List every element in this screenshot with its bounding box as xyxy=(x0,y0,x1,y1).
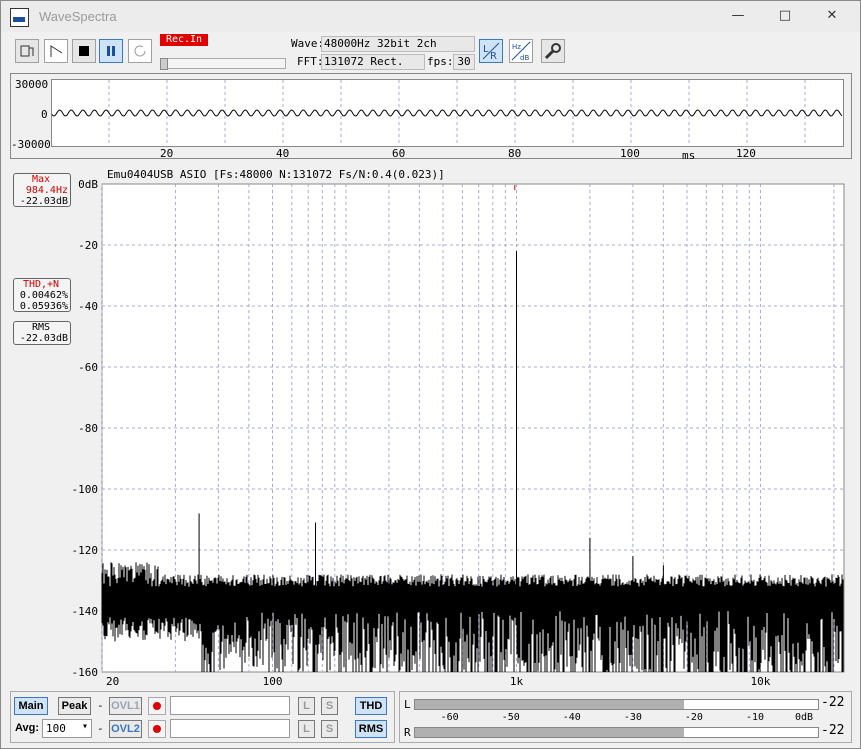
fps-label: fps: xyxy=(427,55,454,68)
lr-channel-icon[interactable]: LR xyxy=(479,39,503,63)
hz-db-icon[interactable]: Hz dB xyxy=(509,39,533,63)
meter-tick-label: -40 xyxy=(562,712,581,723)
meter-r-value: -22 xyxy=(821,723,845,738)
open-file-icon[interactable] xyxy=(15,39,39,63)
l-button[interactable]: L xyxy=(298,720,315,738)
meter-r-label: R xyxy=(404,726,411,739)
meter-l-track xyxy=(414,699,819,710)
y-tick-label: -40 xyxy=(78,300,98,313)
meter-tick-label: -10 xyxy=(745,712,764,723)
meter-l-value: -22 xyxy=(821,695,845,710)
title-bar: WaveSpectra — □ ✕ xyxy=(1,1,860,32)
rms-button[interactable]: RMS xyxy=(355,720,387,738)
fft-label: FFT: xyxy=(297,55,324,68)
chevron-down-icon: ▾ xyxy=(81,721,88,732)
wave-label: Wave: xyxy=(291,37,325,50)
wave-y-tick: -30000 xyxy=(11,138,51,151)
y-tick-label: -160 xyxy=(72,666,99,679)
fft-size-value: 131072 Rect. xyxy=(321,54,425,70)
svg-text:R: R xyxy=(490,51,497,62)
waveform-panel: 30000 0 -30000 20 40 60 80 100 ms 120 xyxy=(10,73,852,162)
y-tick-label: -140 xyxy=(72,605,99,618)
wave-x-tick: 20 xyxy=(160,147,174,160)
y-tick-label: -80 xyxy=(78,422,98,435)
meter-r-track xyxy=(414,727,819,738)
svg-text:Hz: Hz xyxy=(512,43,521,51)
meter-r-fill xyxy=(415,728,684,737)
wave-x-tick: 60 xyxy=(392,147,406,160)
peak-button[interactable]: Peak xyxy=(58,697,91,715)
minimize-button[interactable]: — xyxy=(716,1,760,32)
fps-value: 30 xyxy=(453,54,475,70)
window-title: WaveSpectra xyxy=(39,9,117,24)
y-tick-label: -20 xyxy=(78,239,98,252)
avg-value: 100 xyxy=(46,722,66,735)
l-button[interactable]: L xyxy=(298,697,315,715)
ovl1-indicator: OVL1 xyxy=(109,697,142,715)
pause-icon[interactable] xyxy=(99,39,123,63)
rec-dot-icon[interactable] xyxy=(148,697,166,715)
svg-text:dB: dB xyxy=(520,54,529,62)
settings-wrench-icon[interactable] xyxy=(541,39,565,63)
y-tick-label: 0dB xyxy=(78,178,98,191)
meter-l-label: L xyxy=(404,698,411,711)
y-tick-label: -60 xyxy=(78,361,98,374)
ovl1-field[interactable] xyxy=(170,696,290,715)
ovl2-field[interactable] xyxy=(170,719,290,738)
x-tick-label: 100 xyxy=(263,675,283,686)
meter-tick-label: 0dB xyxy=(795,712,814,723)
meter-tick-label: -60 xyxy=(440,712,459,723)
maximize-button[interactable]: □ xyxy=(763,1,807,32)
rec-dot-icon[interactable] xyxy=(148,720,166,738)
ovl2-indicator: OVL2 xyxy=(109,720,142,738)
avg-select[interactable]: 100 ▾ xyxy=(42,719,92,738)
x-tick-label: 10k xyxy=(751,675,771,686)
play-icon[interactable] xyxy=(44,39,68,63)
wave-x-unit: ms xyxy=(682,149,696,162)
x-tick-label: 20 xyxy=(106,675,119,686)
thd-button[interactable]: THD xyxy=(355,697,387,715)
level-slider-thumb[interactable] xyxy=(160,58,168,70)
main-window: WaveSpectra — □ ✕ Rec.In Wave: 48000Hz 3… xyxy=(0,0,861,749)
wave-x-tick: 120 xyxy=(736,147,756,160)
avg-label: Avg: xyxy=(15,722,40,734)
meter-l-fill xyxy=(415,700,684,709)
wave-y-tick: 0 xyxy=(41,108,48,121)
wave-x-tick: 100 xyxy=(620,147,640,160)
stop-icon[interactable] xyxy=(72,39,96,63)
y-tick-label: -120 xyxy=(72,544,99,557)
dash: - xyxy=(97,699,104,712)
waveform-plot xyxy=(51,79,844,147)
wave-format-value: 48000Hz 32bit 2ch xyxy=(321,36,475,52)
rec-in-indicator: Rec.In xyxy=(160,34,208,46)
y-tick-label: -100 xyxy=(72,483,99,496)
wave-x-tick: 80 xyxy=(508,147,522,160)
meter-tick-label: -50 xyxy=(501,712,520,723)
meter-tick-label: -20 xyxy=(684,712,703,723)
spectrum-chart: 0dB -20 -40 -60 -80 -100 -120 -140 -160 20 100 1k 10… xyxy=(72,178,845,686)
s-button[interactable]: S xyxy=(321,697,338,715)
app-icon xyxy=(10,8,29,27)
wave-y-tick: 30000 xyxy=(15,78,49,91)
meter-tick-label: -30 xyxy=(623,712,642,723)
s-button[interactable]: S xyxy=(321,720,338,738)
x-tick-label: 1k xyxy=(510,675,524,686)
dash: - xyxy=(97,722,104,735)
wave-x-tick: 40 xyxy=(276,147,290,160)
main-button[interactable]: Main xyxy=(14,697,48,715)
input-level-bar xyxy=(160,58,286,69)
refresh-icon[interactable] xyxy=(128,39,152,63)
close-button[interactable]: ✕ xyxy=(810,1,854,32)
